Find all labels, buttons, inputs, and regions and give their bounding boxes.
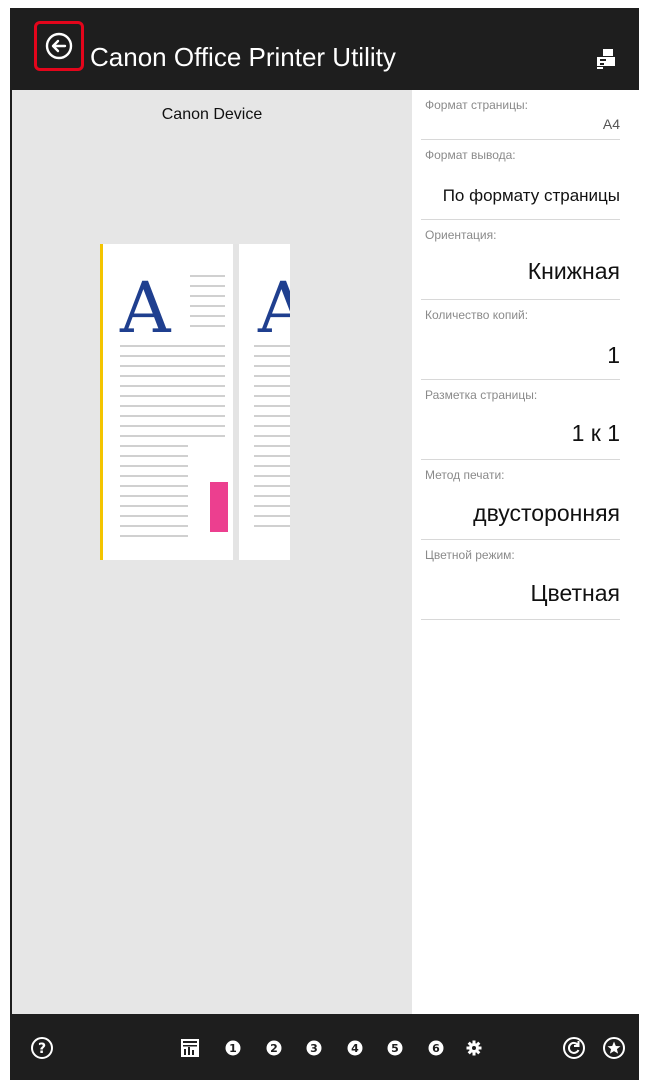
favorite-number: 6 (432, 1042, 440, 1055)
page-glyph: A (119, 267, 172, 349)
svg-text:?: ? (38, 1041, 46, 1057)
bottom-app-bar: ? 1 2 3 4 5 6 (10, 1014, 639, 1080)
favorite-setting-4-icon[interactable]: 4 (347, 1040, 363, 1056)
setting-color-mode[interactable]: Цветной режим: Цветная (421, 540, 620, 620)
print-layout-icon[interactable] (180, 1038, 200, 1058)
print-preview-area: Canon Device A A (12, 90, 412, 1014)
star-icon[interactable] (602, 1036, 626, 1060)
setting-label: Ориентация: (425, 228, 497, 242)
setting-label: Формат вывода: (425, 148, 516, 162)
favorite-setting-2-icon[interactable]: 2 (266, 1040, 282, 1056)
help-question-icon[interactable]: ? (30, 1036, 54, 1060)
favorite-number: 3 (310, 1042, 318, 1055)
setting-value: 1 к 1 (571, 420, 620, 446)
back-button[interactable] (34, 21, 84, 71)
setting-page-size[interactable]: Формат страницы: A4 (421, 90, 620, 140)
setting-print-method[interactable]: Метод печати: двусторонняя (421, 460, 620, 540)
favorite-number: 5 (391, 1042, 399, 1055)
setting-value: 1 (607, 342, 620, 368)
back-arrow-circle-icon (45, 32, 73, 60)
gear-icon[interactable] (466, 1040, 482, 1056)
setting-value: По формату страницы (442, 186, 620, 205)
print-settings-panel: Формат страницы: A4 Формат вывода: По фо… (412, 90, 639, 1014)
favorite-setting-1-icon[interactable]: 1 (225, 1040, 241, 1056)
setting-label: Формат страницы: (425, 98, 528, 112)
setting-value: Книжная (527, 258, 620, 284)
favorite-number: 4 (351, 1042, 359, 1055)
page-glyph-2: A (257, 267, 290, 349)
app-header: Canon Office Printer Utility (10, 8, 639, 90)
setting-value: двусторонняя (473, 500, 620, 526)
device-name: Canon Device (161, 106, 263, 123)
reset-icon[interactable] (562, 1036, 586, 1060)
setting-label: Разметка страницы: (425, 388, 538, 402)
printer-device-icon[interactable] (595, 48, 617, 70)
favorite-number: 2 (270, 1042, 278, 1055)
app-window: Canon Office Printer Utility Canon Devic… (10, 8, 639, 1080)
favorite-setting-5-icon[interactable]: 5 (387, 1040, 403, 1056)
setting-label: Цветной режим: (425, 548, 515, 562)
favorite-number: 1 (229, 1042, 237, 1055)
favorite-setting-3-icon[interactable]: 3 (306, 1040, 322, 1056)
setting-label: Метод печати: (425, 468, 505, 482)
setting-value: Цветная (530, 580, 620, 606)
setting-value: A4 (602, 116, 620, 132)
favorite-setting-6-icon[interactable]: 6 (428, 1040, 444, 1056)
setting-page-layout[interactable]: Разметка страницы: 1 к 1 (421, 380, 620, 460)
setting-copies[interactable]: Количество копий: 1 (421, 300, 620, 380)
app-title: Canon Office Printer Utility (90, 42, 396, 72)
setting-orientation[interactable]: Ориентация: Книжная (421, 220, 620, 300)
page-preview: A A (100, 244, 290, 560)
setting-label: Количество копий: (425, 308, 529, 322)
setting-output-size[interactable]: Формат вывода: По формату страницы (421, 140, 620, 220)
